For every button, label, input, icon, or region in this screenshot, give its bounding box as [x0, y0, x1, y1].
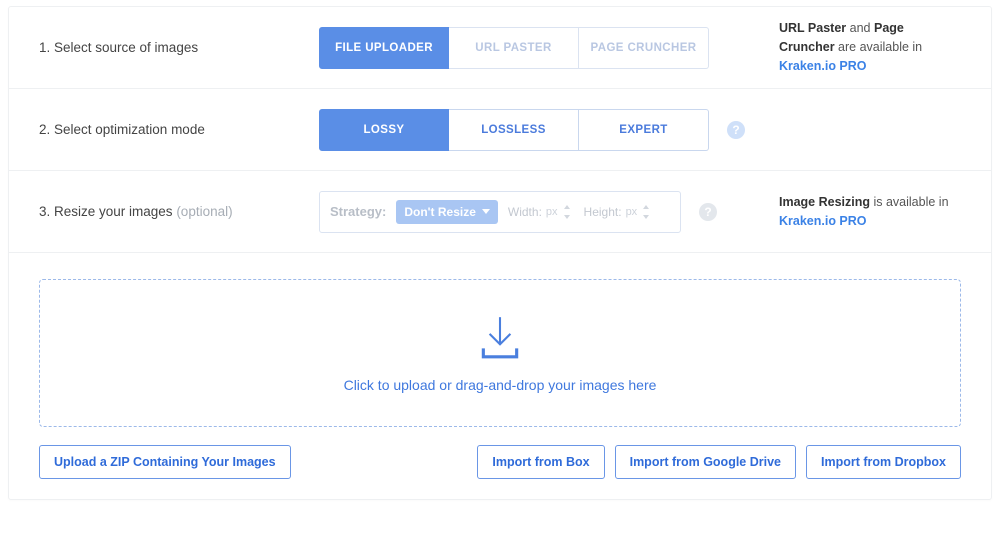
mode-label: 2. Select optimization mode	[39, 122, 319, 137]
tab-file-uploader[interactable]: FILE UPLOADER	[319, 27, 449, 69]
tab-lossy[interactable]: LOSSY	[319, 109, 449, 151]
upload-zip-button[interactable]: Upload a ZIP Containing Your Images	[39, 445, 291, 479]
dropzone-text: Click to upload or drag-and-drop your im…	[344, 377, 657, 393]
import-box-button[interactable]: Import from Box	[477, 445, 604, 479]
source-segmented: FILE UPLOADER URL PASTER PAGE CRUNCHER	[319, 27, 709, 69]
strategy-label: Strategy:	[330, 204, 386, 219]
download-icon	[475, 313, 525, 363]
resize-controls: Strategy: Don't Resize Width: px Height:…	[319, 191, 739, 233]
mode-segmented: LOSSY LOSSLESS EXPERT	[319, 109, 709, 151]
info-url-paster: URL Paster	[779, 21, 846, 35]
help-icon[interactable]: ?	[699, 203, 717, 221]
row-source: 1. Select source of images FILE UPLOADER…	[9, 7, 991, 89]
chevron-down-icon	[482, 209, 490, 214]
upload-area: Click to upload or drag-and-drop your im…	[9, 253, 991, 499]
settings-card: 1. Select source of images FILE UPLOADER…	[8, 6, 992, 500]
source-info: URL Paster and Page Cruncher are availab…	[739, 19, 961, 75]
source-controls: FILE UPLOADER URL PASTER PAGE CRUNCHER	[319, 27, 739, 69]
info-image-resizing: Image Resizing	[779, 195, 870, 209]
height-stepper[interactable]	[641, 204, 653, 220]
import-dropbox-button[interactable]: Import from Dropbox	[806, 445, 961, 479]
tab-expert[interactable]: EXPERT	[579, 109, 709, 151]
help-icon[interactable]: ?	[727, 121, 745, 139]
pro-link[interactable]: Kraken.io PRO	[779, 59, 867, 73]
height-group: Height: px	[584, 204, 654, 220]
resize-label: 3. Resize your images (optional)	[39, 204, 319, 219]
width-group: Width: px	[508, 204, 574, 220]
mode-controls: LOSSY LOSSLESS EXPERT ?	[319, 109, 745, 151]
strategy-select[interactable]: Don't Resize	[396, 200, 498, 224]
resize-box: Strategy: Don't Resize Width: px Height:…	[319, 191, 681, 233]
tab-url-paster[interactable]: URL PASTER	[449, 27, 579, 69]
pro-link[interactable]: Kraken.io PRO	[779, 214, 867, 228]
dropzone[interactable]: Click to upload or drag-and-drop your im…	[39, 279, 961, 427]
source-label: 1. Select source of images	[39, 40, 319, 55]
import-gdrive-button[interactable]: Import from Google Drive	[615, 445, 796, 479]
row-resize: 3. Resize your images (optional) Strateg…	[9, 171, 991, 253]
width-stepper[interactable]	[562, 204, 574, 220]
resize-info: Image Resizing is available in Kraken.io…	[739, 193, 961, 231]
tab-page-cruncher[interactable]: PAGE CRUNCHER	[579, 27, 709, 69]
import-actions: Upload a ZIP Containing Your Images Impo…	[39, 445, 961, 479]
tab-lossless[interactable]: LOSSLESS	[449, 109, 579, 151]
row-mode: 2. Select optimization mode LOSSY LOSSLE…	[9, 89, 991, 171]
